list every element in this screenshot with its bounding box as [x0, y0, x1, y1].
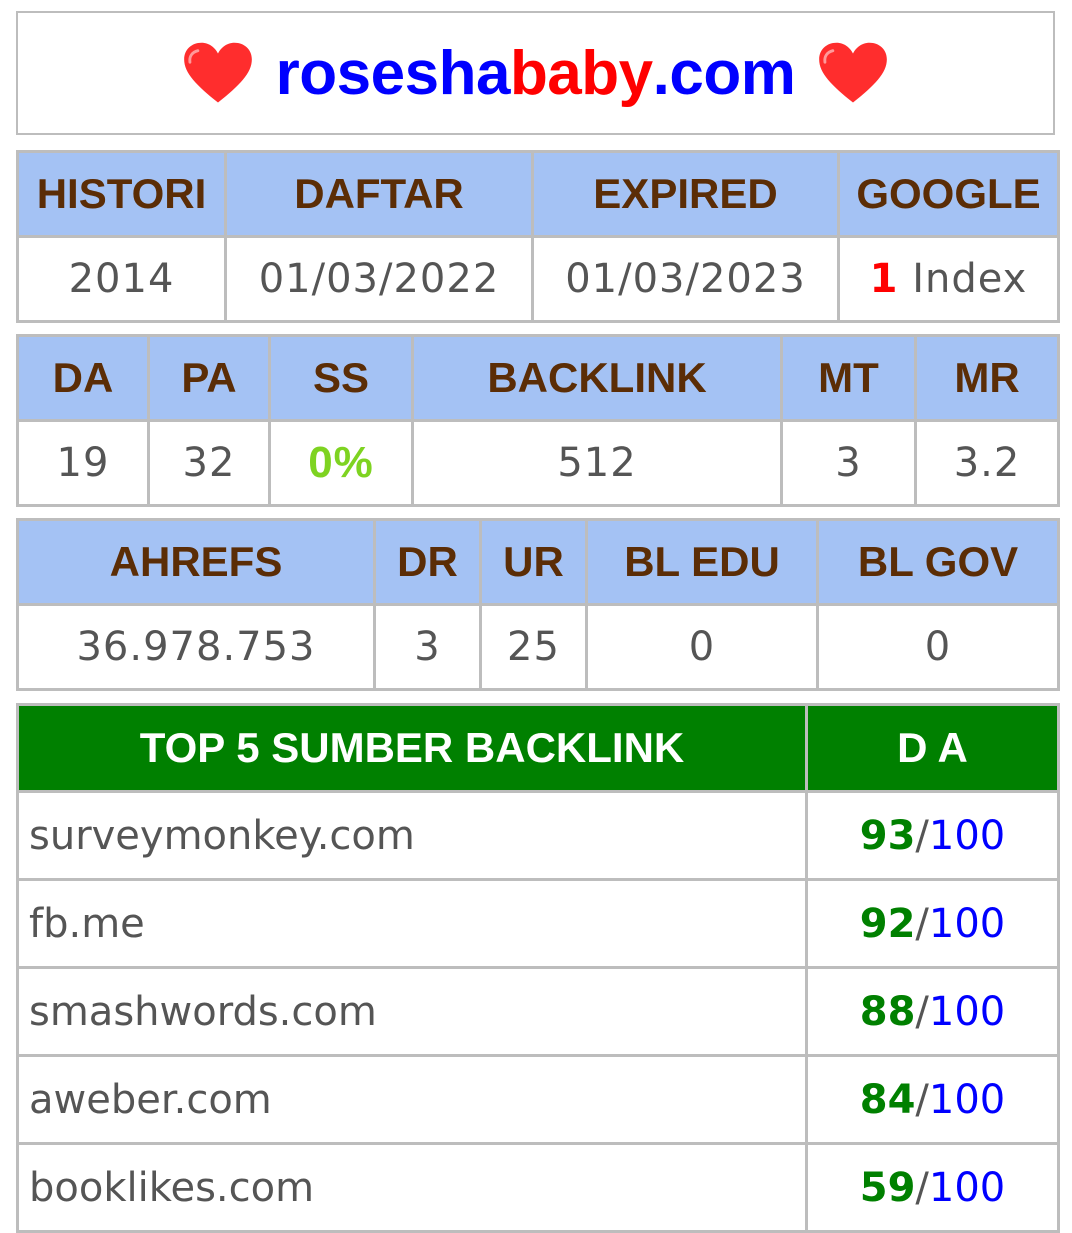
source-da-separator: / [915, 1164, 929, 1211]
table-header-row: TOP 5 SUMBER BACKLINK D A [16, 703, 1060, 793]
ur-value: 25 [479, 603, 588, 691]
heart-icon [819, 42, 888, 103]
table-row: smashwords.com 88/100 [16, 966, 1060, 1057]
heart-icon [183, 42, 252, 103]
table-header-row: DA PA SS BACKLINK MT MR [16, 334, 1060, 422]
domain-title-box: rosesha baby .com [16, 11, 1055, 135]
source-da: 59/100 [805, 1142, 1060, 1233]
header-google: GOOGLE [837, 150, 1060, 238]
da-value: 19 [16, 419, 150, 507]
header-expired: EXPIRED [531, 150, 840, 238]
source-da-score: 84 [859, 1076, 916, 1123]
header-ahrefs: AHREFS [16, 518, 376, 606]
table-row: 19 32 0% 512 3 3.2 [16, 419, 1060, 507]
expired-value: 01/03/2023 [531, 235, 840, 323]
header-top-sources: TOP 5 SUMBER BACKLINK [16, 703, 808, 793]
domain-name-part2: baby [509, 38, 653, 108]
daftar-value: 01/03/2022 [224, 235, 534, 323]
header-da: D A [805, 703, 1060, 793]
domain-name-tld: .com [652, 38, 796, 108]
backlink-value: 512 [411, 419, 783, 507]
source-da: 92/100 [805, 878, 1060, 969]
mr-value: 3.2 [914, 419, 1060, 507]
top-backlink-sources-table: TOP 5 SUMBER BACKLINK D A surveymonkey.c… [16, 703, 1060, 1233]
header-ss: SS [268, 334, 414, 422]
domain-history-table: HISTORI DAFTAR EXPIRED GOOGLE 2014 01/03… [16, 150, 1060, 323]
source-da-max: 100 [928, 1164, 1006, 1211]
mt-value: 3 [780, 419, 917, 507]
source-da-separator: / [915, 900, 929, 947]
header-pa: PA [147, 334, 271, 422]
dr-value: 3 [373, 603, 482, 691]
table-header-row: HISTORI DAFTAR EXPIRED GOOGLE [16, 150, 1060, 238]
source-da-max: 100 [928, 812, 1006, 859]
bl-gov-value: 0 [816, 603, 1060, 691]
source-site: surveymonkey.com [16, 790, 808, 881]
table-row: booklikes.com 59/100 [16, 1142, 1060, 1233]
header-mt: MT [780, 334, 917, 422]
table-row: 2014 01/03/2022 01/03/2023 1 Index [16, 235, 1060, 323]
source-da: 93/100 [805, 790, 1060, 881]
header-dr: DR [373, 518, 482, 606]
table-row: aweber.com 84/100 [16, 1054, 1060, 1145]
header-daftar: DAFTAR [224, 150, 534, 238]
header-bl-edu: BL EDU [585, 518, 819, 606]
header-mr: MR [914, 334, 1060, 422]
table-row: surveymonkey.com 93/100 [16, 790, 1060, 881]
table-row: 36.978.753 3 25 0 0 [16, 603, 1060, 691]
source-da-score: 88 [859, 988, 916, 1035]
header-bl-gov: BL GOV [816, 518, 1060, 606]
spam-score: 0% [308, 438, 374, 487]
source-da: 84/100 [805, 1054, 1060, 1145]
ahrefs-metrics-table: AHREFS DR UR BL EDU BL GOV 36.978.753 3 … [16, 518, 1060, 691]
ss-value: 0% [268, 419, 414, 507]
source-da-separator: / [915, 812, 929, 859]
source-da-separator: / [915, 1076, 929, 1123]
source-da-score: 93 [859, 812, 916, 859]
google-index-value: 1 Index [837, 235, 1060, 323]
header-backlink: BACKLINK [411, 334, 783, 422]
header-da: DA [16, 334, 150, 422]
table-header-row: AHREFS DR UR BL EDU BL GOV [16, 518, 1060, 606]
source-da-max: 100 [928, 988, 1006, 1035]
source-da-max: 100 [928, 900, 1006, 947]
histori-value: 2014 [16, 235, 227, 323]
domain-name-part1: rosesha [275, 38, 511, 108]
header-ur: UR [479, 518, 588, 606]
source-da-separator: / [915, 988, 929, 1035]
source-da-score: 92 [859, 900, 916, 947]
ahrefs-value: 36.978.753 [16, 603, 376, 691]
source-site: smashwords.com [16, 966, 808, 1057]
pa-value: 32 [147, 419, 271, 507]
header-histori: HISTORI [16, 150, 227, 238]
domain-title: rosesha baby .com [160, 38, 912, 109]
source-site: fb.me [16, 878, 808, 969]
google-index-count: 1 [869, 256, 899, 302]
google-index-label: Index [898, 256, 1028, 302]
source-site: booklikes.com [16, 1142, 808, 1233]
source-da-score: 59 [859, 1164, 916, 1211]
source-da: 88/100 [805, 966, 1060, 1057]
table-row: fb.me 92/100 [16, 878, 1060, 969]
bl-edu-value: 0 [585, 603, 819, 691]
moz-metrics-table: DA PA SS BACKLINK MT MR 19 32 0% 512 3 3… [16, 334, 1060, 507]
source-site: aweber.com [16, 1054, 808, 1145]
source-da-max: 100 [928, 1076, 1006, 1123]
